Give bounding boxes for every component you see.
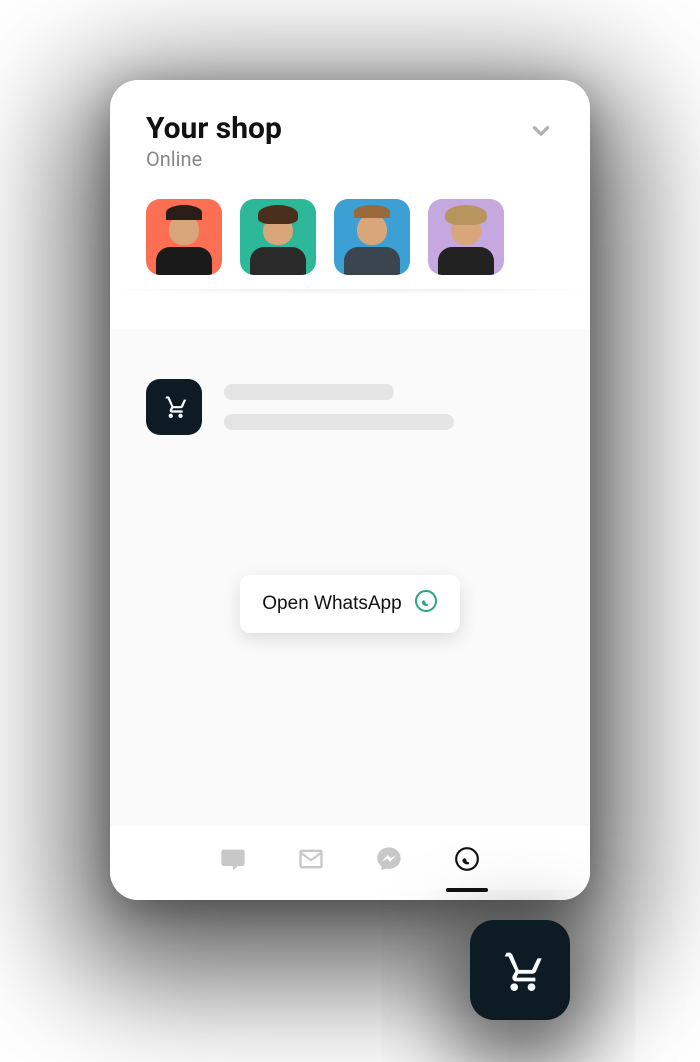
avatar[interactable] (428, 199, 504, 275)
open-button-label: Open WhatsApp (262, 593, 401, 615)
avatar[interactable] (240, 199, 316, 275)
chat-widget-card: Your shop Online (110, 80, 590, 900)
tab-whatsapp[interactable] (450, 844, 484, 878)
open-whatsapp-button[interactable]: Open WhatsApp (240, 575, 459, 633)
cart-icon (497, 945, 543, 995)
cart-icon (161, 392, 187, 422)
avatar-person (247, 205, 309, 275)
team-avatars (110, 191, 590, 299)
avatar[interactable] (334, 199, 410, 275)
whatsapp-icon (414, 589, 438, 619)
avatar-person (435, 205, 497, 275)
message-placeholder-row (146, 379, 554, 435)
shop-title: Your shop (146, 112, 282, 145)
widget-body: Open WhatsApp (110, 329, 590, 826)
avatar[interactable] (146, 199, 222, 275)
tab-email[interactable] (294, 844, 328, 878)
chevron-down-icon[interactable] (528, 118, 554, 148)
shop-avatar (146, 379, 202, 435)
skeleton-line (224, 384, 394, 400)
open-action-wrap: Open WhatsApp (146, 575, 554, 633)
skeleton-line (224, 414, 454, 430)
tab-chat[interactable] (216, 844, 250, 878)
messenger-icon (375, 845, 403, 877)
avatar-person (341, 205, 403, 275)
header-text: Your shop Online (146, 112, 282, 171)
widget-header: Your shop Online (110, 80, 590, 191)
tab-messenger[interactable] (372, 844, 406, 878)
channel-tab-bar (110, 826, 590, 900)
email-icon (297, 845, 325, 877)
header-curve-shadow (110, 289, 590, 329)
shop-status: Online (146, 147, 282, 171)
skeleton-lines (224, 384, 454, 430)
whatsapp-icon (454, 846, 480, 876)
avatar-person (153, 205, 215, 275)
widget-launcher-button[interactable] (470, 920, 570, 1020)
chat-icon (219, 845, 247, 877)
